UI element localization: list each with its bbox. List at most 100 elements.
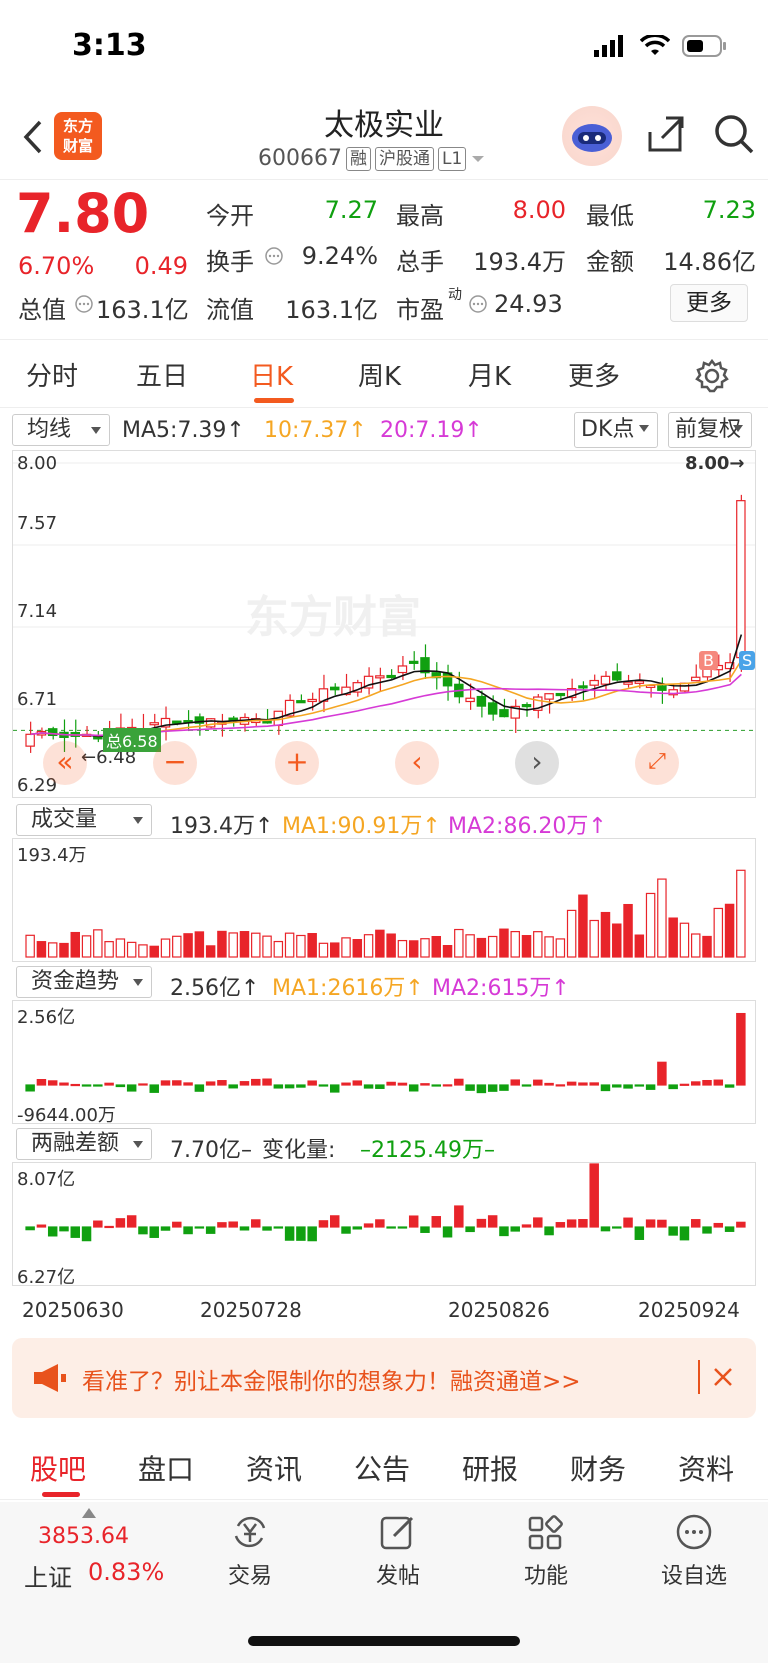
- margin-bar: [273, 1226, 284, 1229]
- index-percent[interactable]: 0.83%: [88, 1558, 164, 1586]
- search-icon[interactable]: [712, 112, 756, 156]
- margin-bar: [634, 1226, 645, 1240]
- fund-pane[interactable]: 2.56亿 -9644.00万: [12, 1000, 756, 1126]
- pe-label: 市盈: [396, 296, 444, 324]
- edit-icon: [380, 1516, 414, 1550]
- fullscreen-button[interactable]: ⤢: [635, 741, 679, 785]
- tab-more[interactable]: 更多: [568, 356, 620, 393]
- adjust-button[interactable]: 前复权: [668, 412, 752, 448]
- volume-bar: [172, 935, 182, 958]
- tab-intraday[interactable]: 分时: [26, 356, 78, 393]
- fund-bar: [431, 1084, 442, 1087]
- more-dots-icon: [676, 1514, 712, 1550]
- index-value[interactable]: 3853.64: [38, 1524, 129, 1549]
- margin-bar: [217, 1222, 227, 1228]
- turnover-label: 换手: [206, 248, 254, 276]
- add-watchlist-button[interactable]: 设自选: [654, 1512, 734, 1590]
- tab-weekly-k[interactable]: 周K: [358, 356, 401, 393]
- volume-bar: [657, 878, 667, 958]
- more-button[interactable]: 更多: [670, 284, 748, 322]
- chart-period-tabs: 分时 五日 日K 周K 月K 更多: [0, 342, 768, 408]
- margin-bar: [81, 1226, 92, 1242]
- fund-bar: [217, 1080, 227, 1086]
- volume-pane[interactable]: 193.4万: [12, 838, 756, 962]
- candle-body: [476, 695, 487, 707]
- zoom-in-button[interactable]: +: [275, 741, 319, 785]
- tab-announcements[interactable]: 公告: [354, 1448, 410, 1488]
- signal-icon: [594, 35, 623, 57]
- candle-body: [690, 676, 701, 682]
- tab-monthly-k[interactable]: 月K: [468, 356, 511, 393]
- margin-bar: [397, 1226, 408, 1229]
- fund-bar: [307, 1080, 317, 1086]
- dk-point-button[interactable]: DK点: [574, 412, 658, 448]
- trade-button[interactable]: 交易: [210, 1512, 290, 1590]
- fund-bar: [510, 1079, 520, 1086]
- tab-orderbook[interactable]: 盘口: [138, 1448, 194, 1488]
- margin-bar: [93, 1220, 103, 1228]
- fund-bar: [363, 1084, 374, 1089]
- info-icon[interactable]: [74, 294, 94, 314]
- volume-bar: [217, 930, 227, 958]
- margin-bar: [70, 1226, 81, 1238]
- watchlist-label: 设自选: [660, 1564, 727, 1589]
- volume-bar: [115, 938, 126, 958]
- info-icon[interactable]: [468, 294, 488, 314]
- volume-ma1: MA1:90.91万↑: [282, 814, 441, 839]
- tab-news[interactable]: 资讯: [246, 1448, 302, 1488]
- margin-bar: [172, 1221, 182, 1228]
- fund-bar: [194, 1084, 205, 1092]
- margin-pane[interactable]: 8.07亿 6.27亿: [12, 1162, 756, 1288]
- volume-bar: [307, 933, 317, 958]
- volume-bar: [679, 922, 690, 958]
- volume-select[interactable]: 成交量: [16, 804, 152, 836]
- tab-profile[interactable]: 资料: [678, 1448, 734, 1488]
- home-indicator: [248, 1636, 520, 1646]
- margin-bar: [578, 1219, 588, 1228]
- ma-select[interactable]: 均线: [12, 414, 110, 446]
- margin-select[interactable]: 两融差额: [16, 1128, 152, 1160]
- fund-bar: [126, 1084, 137, 1092]
- margin-bar: [499, 1226, 509, 1237]
- candle-body: [307, 698, 317, 703]
- margin-bar: [205, 1226, 216, 1234]
- volume-bar: [126, 941, 137, 958]
- scroll-right-button[interactable]: ›: [515, 741, 559, 785]
- tab-daily-k[interactable]: 日K: [250, 356, 293, 393]
- volume-bar: [442, 945, 453, 958]
- kline-pane[interactable]: 8.00 7.57 7.14 6.71 6.29 8.00→ ←6.48 总6.…: [12, 450, 756, 798]
- tab-finance[interactable]: 财务: [570, 1448, 626, 1488]
- index-name[interactable]: 上证: [24, 1558, 72, 1593]
- margin-bar: [442, 1226, 453, 1238]
- fund-select[interactable]: 资金趋势: [16, 966, 152, 998]
- settings-gear-icon[interactable]: [694, 358, 730, 394]
- promo-banner[interactable]: 看准了？别让本金限制你的想象力！融资通道>>: [12, 1338, 756, 1418]
- volume-bar: [205, 945, 216, 958]
- fund-ma1: MA1:2616万↑: [272, 976, 424, 1001]
- margin-value: 7.70亿–: [170, 1138, 252, 1163]
- volume-value: 193.4万↑: [170, 814, 274, 839]
- fund-bar: [724, 1084, 735, 1088]
- tab-forum[interactable]: 股吧: [30, 1448, 86, 1488]
- fund-bar: [262, 1078, 272, 1086]
- volume-label: 总手: [396, 248, 444, 276]
- margin-bar: [318, 1220, 329, 1228]
- volume-bar: [521, 935, 532, 958]
- post-button[interactable]: 发帖: [358, 1512, 438, 1590]
- zoom-start-button[interactable]: «: [43, 741, 87, 785]
- close-icon[interactable]: [712, 1366, 734, 1388]
- active-tab-underline: [254, 398, 294, 403]
- tab-research[interactable]: 研报: [462, 1448, 518, 1488]
- zoom-out-button[interactable]: −: [153, 741, 197, 785]
- scroll-left-button[interactable]: ‹: [395, 741, 439, 785]
- volume-bar: [533, 931, 543, 958]
- fund-bar: [205, 1081, 216, 1086]
- assistant-robot-icon[interactable]: [562, 106, 622, 166]
- share-icon[interactable]: [644, 112, 688, 156]
- tab-five-day[interactable]: 五日: [136, 356, 188, 393]
- stock-code-row[interactable]: 600667 融 沪股通 L1: [258, 146, 486, 171]
- function-button[interactable]: 功能: [506, 1512, 586, 1590]
- y-axis-4: 6.71: [17, 689, 58, 710]
- volume-bar: [149, 945, 159, 958]
- margin-bar: [329, 1215, 340, 1228]
